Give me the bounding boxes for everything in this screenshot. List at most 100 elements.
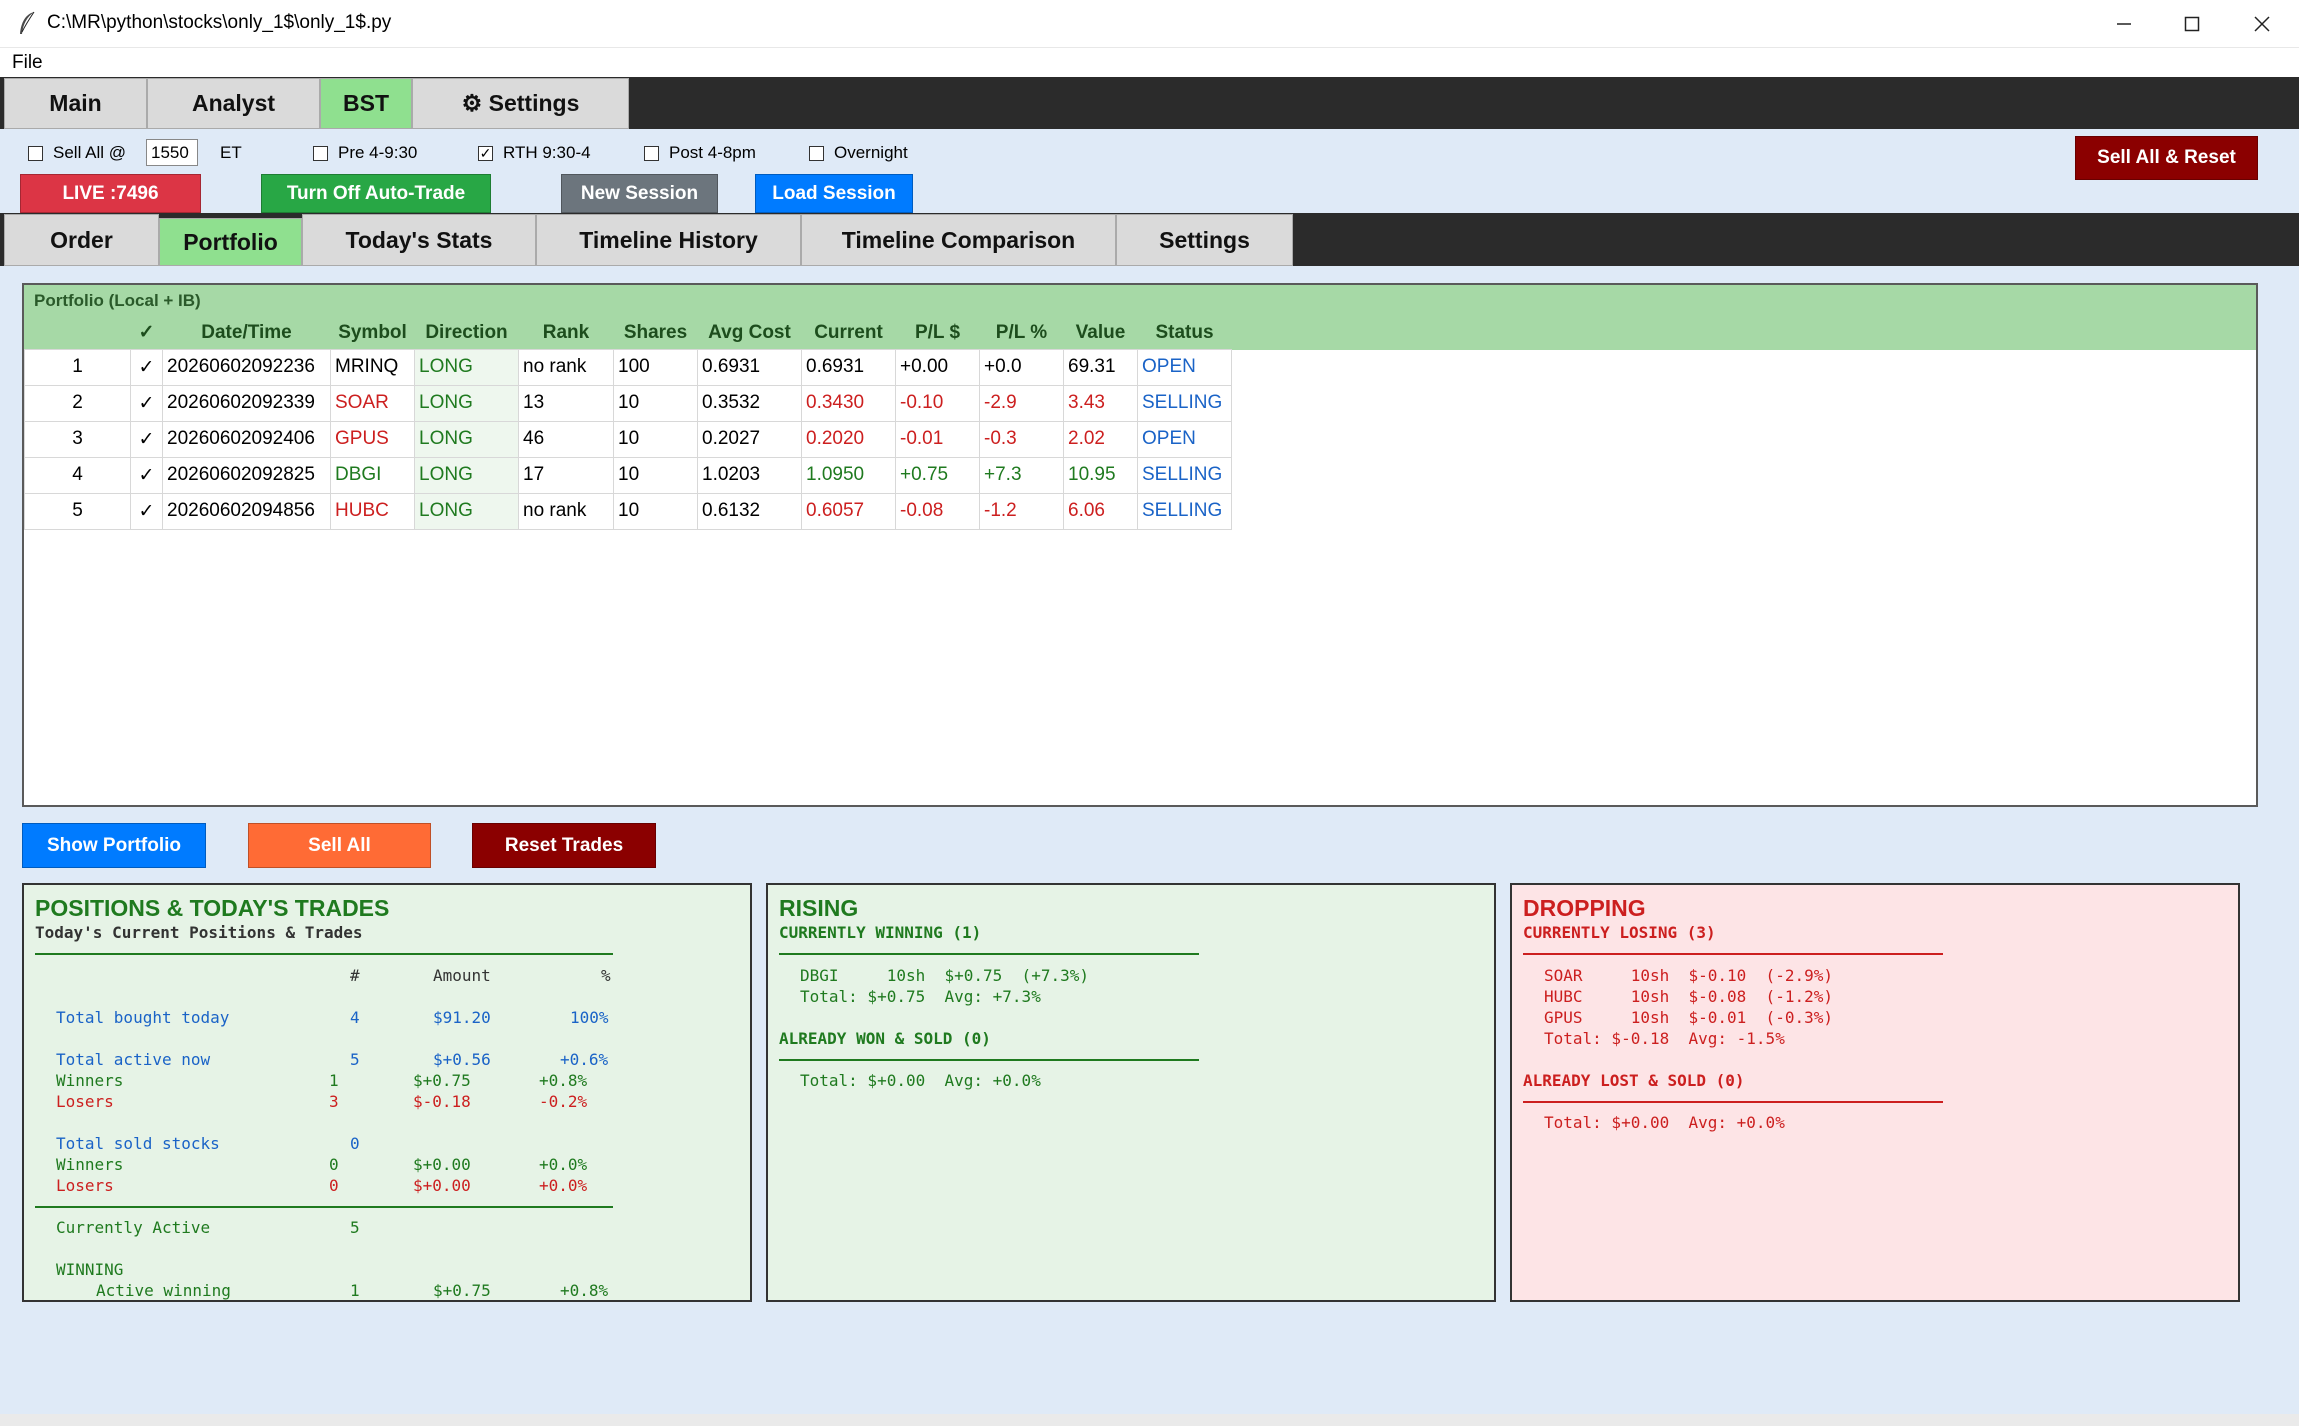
row-status: OPEN bbox=[1137, 420, 1232, 458]
sell-all-reset-button[interactable]: Sell All & Reset bbox=[2075, 136, 2258, 180]
row-value: 10.95 bbox=[1063, 456, 1138, 494]
tab-portfolio[interactable]: Portfolio bbox=[159, 218, 302, 266]
checkbox-box[interactable] bbox=[644, 145, 659, 161]
checkbox-box[interactable] bbox=[809, 145, 824, 161]
row-check[interactable]: ✓ bbox=[130, 420, 163, 458]
row-datetime: 20260602092406 bbox=[162, 420, 331, 458]
minimize-button[interactable] bbox=[2089, 0, 2159, 48]
winning-position-line: DBGI 10sh $+0.75 (+7.3%) bbox=[800, 966, 1089, 985]
rth-label: RTH 9:30-4 bbox=[503, 143, 591, 162]
bought-count: 4 bbox=[350, 1008, 360, 1027]
losing-position-line: SOAR 10sh $-0.10 (-2.9%) bbox=[1544, 966, 1833, 985]
overnight-checkbox[interactable]: Overnight bbox=[809, 143, 908, 163]
losing-position-line: HUBC 10sh $-0.08 (-1.2%) bbox=[1544, 987, 1833, 1006]
row-check[interactable]: ✓ bbox=[130, 492, 163, 530]
menu-bar: File bbox=[0, 48, 2299, 77]
checkbox-box[interactable] bbox=[28, 145, 43, 161]
winning-total: Total: $+0.75 Avg: +7.3% bbox=[800, 987, 1041, 1006]
maximize-icon bbox=[2184, 16, 2200, 32]
dropping-panel: DROPPING CURRENTLY LOSING (3) SOAR 10sh … bbox=[1510, 883, 2240, 1302]
divider bbox=[779, 953, 1199, 955]
col-header-shares[interactable]: Shares bbox=[614, 317, 698, 349]
row-pl-percent: +0.0 bbox=[979, 348, 1064, 386]
tab-settings-sub[interactable]: Settings bbox=[1116, 214, 1293, 266]
tab-order[interactable]: Order bbox=[4, 214, 159, 266]
checkbox-box[interactable] bbox=[313, 145, 328, 161]
col-header-index[interactable] bbox=[25, 317, 131, 349]
table-row[interactable]: 3 ✓ 20260602092406 GPUS LONG 46 10 0.202… bbox=[24, 420, 1232, 458]
row-rank: no rank bbox=[518, 492, 614, 530]
maximize-button[interactable] bbox=[2157, 0, 2227, 48]
table-row[interactable]: 1 ✓ 20260602092236 MRINQ LONG no rank 10… bbox=[24, 348, 1232, 386]
row-symbol: GPUS bbox=[330, 420, 415, 458]
post-market-checkbox[interactable]: Post 4-8pm bbox=[644, 143, 756, 163]
table-row[interactable]: 2 ✓ 20260602092339 SOAR LONG 13 10 0.353… bbox=[24, 384, 1232, 422]
tab-bst[interactable]: BST bbox=[320, 78, 412, 129]
sell-all-button[interactable]: Sell All bbox=[248, 823, 431, 868]
active-winning-count: 1 bbox=[350, 1281, 360, 1300]
row-current: 0.2020 bbox=[801, 420, 896, 458]
tab-todays-stats[interactable]: Today's Stats bbox=[302, 214, 536, 266]
row-avg-cost: 1.0203 bbox=[697, 456, 802, 494]
active-losers-count: 3 bbox=[329, 1092, 339, 1111]
col-header-current[interactable]: Current bbox=[802, 317, 896, 349]
positions-panel: POSITIONS & TODAY'S TRADES Today's Curre… bbox=[22, 883, 752, 1302]
row-direction: LONG bbox=[414, 456, 519, 494]
col-header-pl-percent[interactable]: P/L % bbox=[980, 317, 1064, 349]
header-num: # bbox=[350, 966, 360, 985]
tab-timeline-history[interactable]: Timeline History bbox=[536, 214, 801, 266]
sell-all-at-checkbox[interactable]: Sell All @ bbox=[28, 143, 126, 163]
window-title: C:\MR\python\stocks\only_1$\only_1$.py bbox=[47, 12, 392, 33]
col-header-direction[interactable]: Direction bbox=[415, 317, 519, 349]
bottom-strip bbox=[0, 1414, 2299, 1426]
row-pl-percent: -0.3 bbox=[979, 420, 1064, 458]
row-datetime: 20260602092236 bbox=[162, 348, 331, 386]
row-index: 2 bbox=[24, 384, 131, 422]
row-rank: no rank bbox=[518, 348, 614, 386]
row-pl-percent: +7.3 bbox=[979, 456, 1064, 494]
active-count: 5 bbox=[350, 1050, 360, 1069]
live-button[interactable]: LIVE :7496 bbox=[20, 174, 201, 213]
row-check[interactable]: ✓ bbox=[130, 348, 163, 386]
col-header-check[interactable]: ✓ bbox=[131, 317, 163, 349]
sell-time-input[interactable]: 1550 bbox=[146, 139, 198, 166]
row-index: 1 bbox=[24, 348, 131, 386]
table-row[interactable]: 4 ✓ 20260602092825 DBGI LONG 17 10 1.020… bbox=[24, 456, 1232, 494]
title-bar: C:\MR\python\stocks\only_1$\only_1$.py bbox=[0, 0, 2299, 48]
col-header-pl-dollar[interactable]: P/L $ bbox=[896, 317, 980, 349]
currently-winning-header: CURRENTLY WINNING (1) bbox=[779, 923, 982, 942]
tab-settings-main[interactable]: ⚙ Settings bbox=[412, 78, 629, 129]
active-losers-label: Losers bbox=[56, 1092, 114, 1111]
tab-analyst[interactable]: Analyst bbox=[147, 78, 320, 129]
et-label: ET bbox=[220, 143, 242, 162]
col-header-datetime[interactable]: Date/Time bbox=[163, 317, 331, 349]
tab-timeline-comparison[interactable]: Timeline Comparison bbox=[801, 214, 1116, 266]
rth-checkbox[interactable]: ✓ RTH 9:30-4 bbox=[478, 143, 591, 163]
row-direction: LONG bbox=[414, 492, 519, 530]
col-header-symbol[interactable]: Symbol bbox=[331, 317, 415, 349]
overnight-label: Overnight bbox=[834, 143, 908, 162]
tab-main[interactable]: Main bbox=[4, 78, 147, 129]
row-shares: 10 bbox=[613, 456, 698, 494]
autotrade-toggle-button[interactable]: Turn Off Auto-Trade bbox=[261, 174, 491, 213]
col-header-value[interactable]: Value bbox=[1064, 317, 1138, 349]
col-header-avg-cost[interactable]: Avg Cost bbox=[698, 317, 802, 349]
load-session-button[interactable]: Load Session bbox=[755, 174, 913, 213]
lost-sold-total: Total: $+0.00 Avg: +0.0% bbox=[1544, 1113, 1785, 1132]
pre-market-checkbox[interactable]: Pre 4-9:30 bbox=[313, 143, 417, 163]
menu-file[interactable]: File bbox=[12, 52, 43, 74]
col-header-status[interactable]: Status bbox=[1138, 317, 1232, 349]
show-portfolio-button[interactable]: Show Portfolio bbox=[22, 823, 206, 868]
row-pl-percent: -2.9 bbox=[979, 384, 1064, 422]
new-session-button[interactable]: New Session bbox=[561, 174, 718, 213]
row-check[interactable]: ✓ bbox=[130, 384, 163, 422]
table-row[interactable]: 5 ✓ 20260602094856 HUBC LONG no rank 10 … bbox=[24, 492, 1232, 530]
close-button[interactable] bbox=[2227, 0, 2297, 48]
reset-trades-button[interactable]: Reset Trades bbox=[472, 823, 656, 868]
row-avg-cost: 0.6931 bbox=[697, 348, 802, 386]
checkbox-box-checked[interactable]: ✓ bbox=[478, 145, 493, 161]
row-check[interactable]: ✓ bbox=[130, 456, 163, 494]
row-symbol: HUBC bbox=[330, 492, 415, 530]
sold-losers-pct: +0.0% bbox=[539, 1176, 588, 1195]
col-header-rank[interactable]: Rank bbox=[519, 317, 614, 349]
